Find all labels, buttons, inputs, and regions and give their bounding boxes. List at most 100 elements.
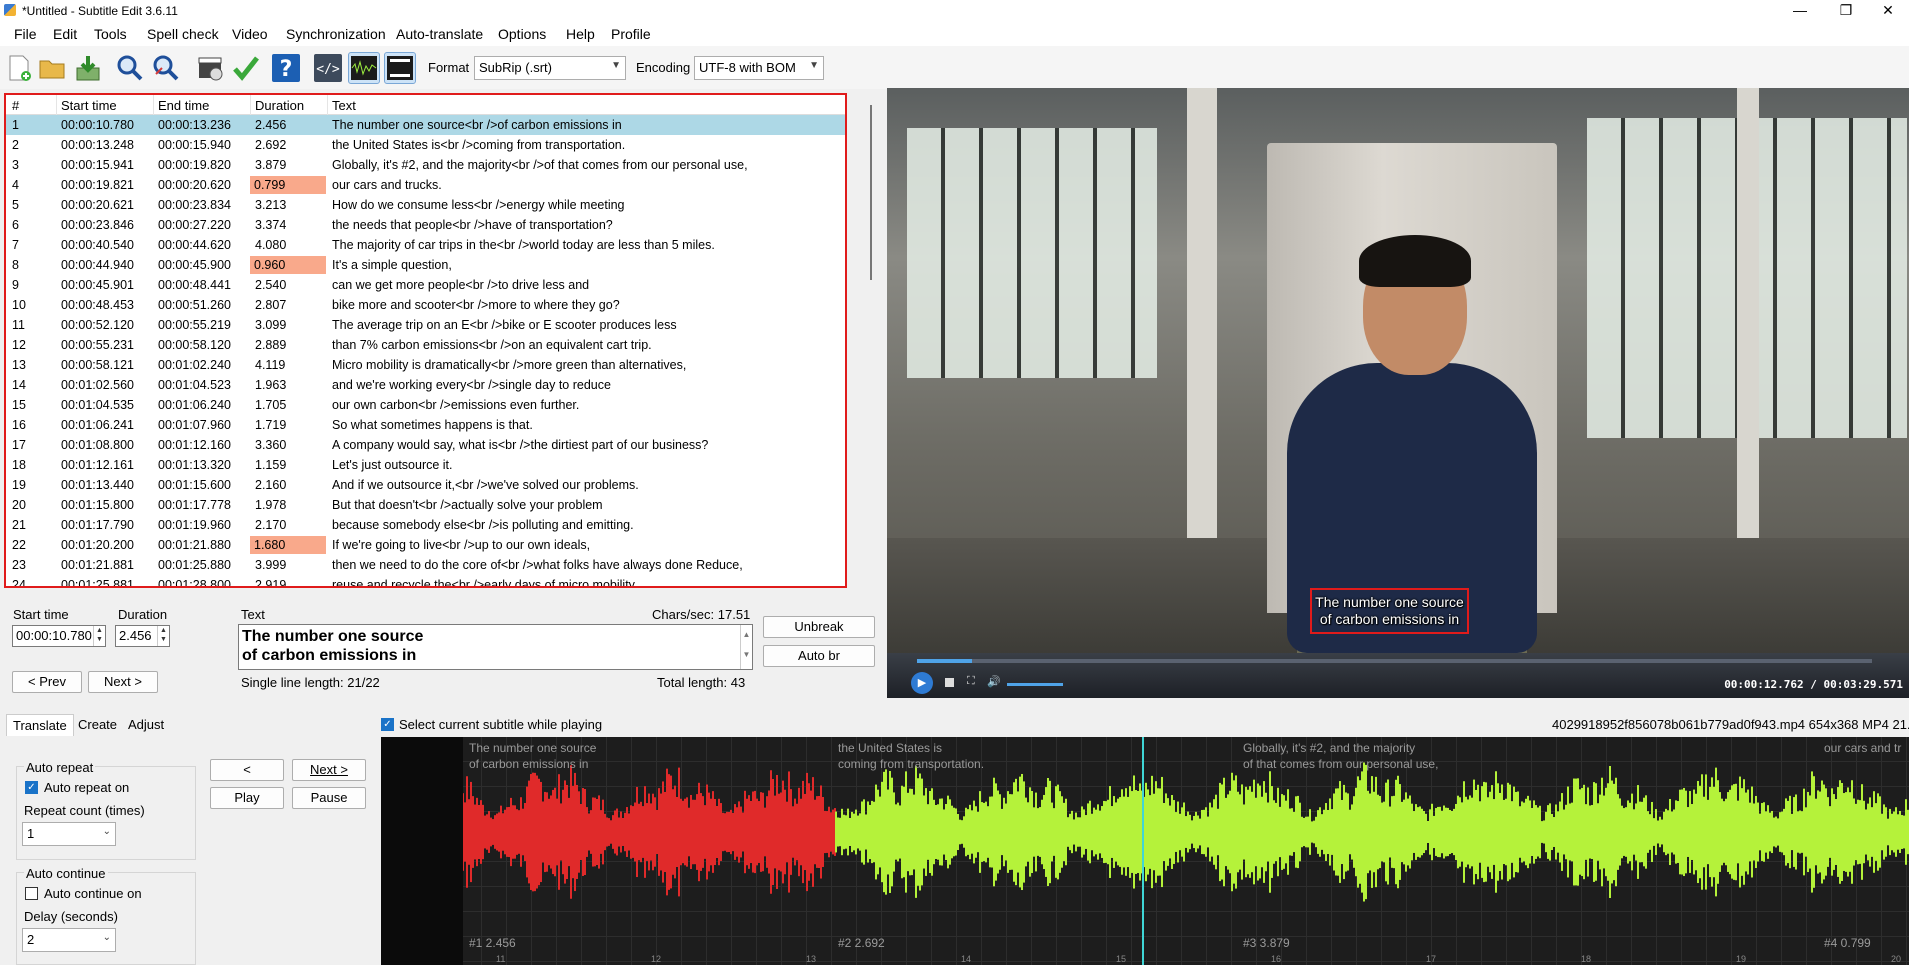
table-row[interactable]: 5 00:00:20.621 00:00:23.834 3.213 How do we …	[6, 195, 845, 215]
repeat-count-select[interactable]: 1 ⌄	[22, 822, 116, 846]
text-scrollbar[interactable]: ▲ ▼	[740, 625, 752, 669]
table-row[interactable]: 22 00:01:20.200 00:01:21.880 1.680 If we're …	[6, 535, 845, 555]
menu-file[interactable]: File	[14, 26, 37, 42]
minimize-button[interactable]: —	[1777, 0, 1823, 22]
table-row[interactable]: 7 00:00:40.540 00:00:44.620 4.080 The majori…	[6, 235, 845, 255]
table-row[interactable]: 16 00:01:06.241 00:01:07.960 1.719 So what s…	[6, 415, 845, 435]
select-current-checkbox[interactable]: ✓	[381, 718, 394, 731]
table-row[interactable]: 18 00:01:12.161 00:01:13.320 1.159 Let's jus…	[6, 455, 845, 475]
fullscreen-icon[interactable]: ⛶	[967, 675, 975, 688]
table-row[interactable]: 24 00:01:25.881 00:01:28.800 2.919 reuse and…	[6, 575, 845, 586]
row-start-time: 00:01:17.790	[61, 518, 134, 532]
row-text: our own carbon<br />emissions even furth…	[332, 398, 580, 412]
table-row[interactable]: 12 00:00:55.231 00:00:58.120 2.889 than 7% c…	[6, 335, 845, 355]
table-row[interactable]: 8 00:00:44.940 00:00:45.900 0.960 It's a sim…	[6, 255, 845, 275]
table-row[interactable]: 6 00:00:23.846 00:00:27.220 3.374 the needs …	[6, 215, 845, 235]
seek-bar[interactable]	[917, 659, 1872, 663]
row-start-time: 00:00:40.540	[61, 238, 134, 252]
table-row[interactable]: 13 00:00:58.121 00:01:02.240 4.119 Micro mob…	[6, 355, 845, 375]
duration-input[interactable]: 2.456 ▲ ▼	[115, 625, 170, 647]
row-number: 22	[12, 538, 26, 552]
delay-select[interactable]: 2 ⌄	[22, 928, 116, 952]
col-duration-header[interactable]: Duration	[255, 98, 304, 113]
table-row[interactable]: 14 00:01:02.560 00:01:04.523 1.963 and we're…	[6, 375, 845, 395]
grid-scrollbar[interactable]	[866, 105, 876, 475]
row-duration: 1.705	[255, 398, 287, 412]
visual-sync-icon[interactable]	[194, 52, 226, 84]
menu-auto-translate[interactable]: Auto-translate	[396, 26, 483, 42]
play-icon[interactable]: ▶	[911, 672, 933, 694]
table-row[interactable]: 19 00:01:13.440 00:01:15.600 2.160 And if we…	[6, 475, 845, 495]
menu-tools[interactable]: Tools	[94, 26, 127, 42]
help-icon[interactable]: ?	[270, 52, 302, 84]
replace-icon[interactable]	[150, 52, 182, 84]
tab-create[interactable]: Create	[72, 714, 123, 735]
open-folder-icon[interactable]	[36, 52, 68, 84]
encoding-select[interactable]: UTF-8 with BOM ▼	[694, 56, 824, 80]
pause-button[interactable]: Pause	[292, 787, 366, 809]
start-time-spinner[interactable]: ▲ ▼	[93, 626, 105, 646]
tab-adjust[interactable]: Adjust	[122, 714, 170, 735]
table-row[interactable]: 21 00:01:17.790 00:01:19.960 2.170 because s…	[6, 515, 845, 535]
translate-prev-button[interactable]: <	[210, 759, 284, 781]
col-number-header[interactable]: #	[12, 98, 19, 113]
format-select[interactable]: SubRip (.srt) ▼	[474, 56, 626, 80]
col-text-header[interactable]: Text	[332, 98, 356, 113]
table-row[interactable]: 3 00:00:15.941 00:00:19.820 3.879 Globally, …	[6, 155, 845, 175]
table-row[interactable]: 10 00:00:48.453 00:00:51.260 2.807 bike more…	[6, 295, 845, 315]
maximize-button[interactable]: ❐	[1823, 0, 1869, 22]
play-button[interactable]: Play	[210, 787, 284, 809]
chars-per-sec: Chars/sec: 17.51	[652, 607, 751, 622]
duration-label: Duration	[118, 607, 168, 622]
table-row[interactable]: 17 00:01:08.800 00:01:12.160 3.360 A company…	[6, 435, 845, 455]
menu-profile[interactable]: Profile	[611, 26, 651, 42]
video-player[interactable]: The number one source of carbon emission…	[887, 88, 1909, 698]
table-row[interactable]: 20 00:01:15.800 00:01:17.778 1.978 But that …	[6, 495, 845, 515]
menu-spell-check[interactable]: Spell check	[147, 26, 219, 42]
unbreak-button[interactable]: Unbreak	[763, 616, 875, 638]
prev-button[interactable]: < Prev	[12, 671, 82, 693]
waveform-icon[interactable]	[348, 52, 380, 84]
encoding-value: UTF-8 with BOM	[699, 60, 796, 75]
auto-br-button[interactable]: Auto br	[763, 645, 875, 667]
volume-icon[interactable]: 🔊	[987, 675, 1001, 688]
col-start-header[interactable]: Start time	[61, 98, 117, 113]
auto-continue-checkbox[interactable]	[25, 887, 38, 900]
speaker	[1267, 213, 1557, 653]
row-start-time: 00:01:04.535	[61, 398, 134, 412]
menu-synchronization[interactable]: Synchronization	[286, 26, 386, 42]
table-row[interactable]: 2 00:00:13.248 00:00:15.940 2.692 the United…	[6, 135, 845, 155]
new-file-icon[interactable]	[3, 52, 35, 84]
translate-next-button[interactable]: Next >	[292, 759, 366, 781]
menu-video[interactable]: Video	[232, 26, 268, 42]
stop-icon[interactable]	[945, 678, 954, 687]
find-icon[interactable]	[114, 52, 146, 84]
subtitle-text-input[interactable]: The number one source of carbon emission…	[238, 624, 753, 670]
table-row[interactable]: 23 00:01:21.881 00:01:25.880 3.999 then we n…	[6, 555, 845, 575]
auto-repeat-checkbox[interactable]: ✓	[25, 781, 38, 794]
start-time-input[interactable]: 00:00:10.780 ▲ ▼	[12, 625, 106, 647]
scrollbar-thumb[interactable]	[870, 105, 872, 280]
menu-edit[interactable]: Edit	[53, 26, 77, 42]
row-text: The average trip on an E<br />bike or E …	[332, 318, 677, 332]
fix-errors-icon[interactable]	[230, 52, 262, 84]
table-row[interactable]: 4 00:00:19.821 00:00:20.620 0.799 our cars a…	[6, 175, 845, 195]
volume-slider[interactable]	[1007, 683, 1063, 686]
table-row[interactable]: 11 00:00:52.120 00:00:55.219 3.099 The avera…	[6, 315, 845, 335]
next-button[interactable]: Next >	[88, 671, 158, 693]
start-time-label: Start time	[13, 607, 69, 622]
menu-help[interactable]: Help	[566, 26, 595, 42]
menu-options[interactable]: Options	[498, 26, 546, 42]
col-end-header[interactable]: End time	[158, 98, 209, 113]
waveform[interactable]: The number one source of carbon emissions…	[381, 737, 1909, 965]
video-icon[interactable]	[384, 52, 416, 84]
table-row[interactable]: 1 00:00:10.780 00:00:13.236 2.456 The number…	[6, 115, 845, 135]
source-view-icon[interactable]: </>	[312, 52, 344, 84]
table-row[interactable]: 15 00:01:04.535 00:01:06.240 1.705 our own c…	[6, 395, 845, 415]
save-icon[interactable]	[72, 52, 104, 84]
duration-spinner[interactable]: ▲ ▼	[157, 626, 169, 646]
close-button[interactable]: ✕	[1865, 0, 1909, 22]
subtitle-grid[interactable]: # Start time End time Duration Text 1 00:…	[4, 93, 847, 588]
tab-translate[interactable]: Translate	[6, 714, 74, 736]
table-row[interactable]: 9 00:00:45.901 00:00:48.441 2.540 can we get…	[6, 275, 845, 295]
